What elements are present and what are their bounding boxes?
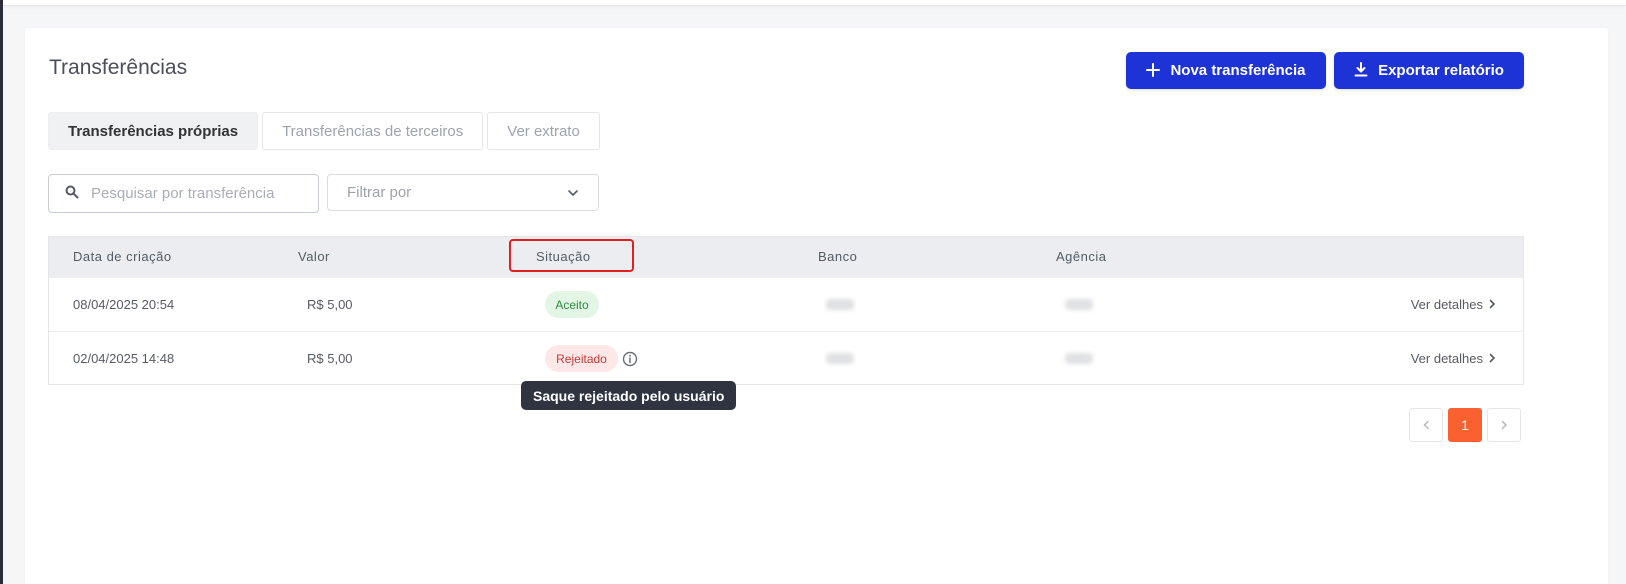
filter-select[interactable]: Filtrar por (327, 174, 599, 211)
table-header: Data de criação Valor Situação Banco Agê… (49, 237, 1523, 277)
agency-cell-redacted (1065, 299, 1093, 310)
table-row: 08/04/2025 20:54 R$ 5,00 Aceito Ver deta… (49, 277, 1523, 331)
agency-cell-redacted (1065, 353, 1093, 364)
chevron-right-icon (1489, 351, 1496, 366)
filter-label: Filtrar por (347, 184, 412, 201)
search-input[interactable]: Pesquisar por transferência (48, 174, 319, 213)
new-transfer-button[interactable]: Nova transferência (1126, 52, 1326, 89)
search-icon (65, 185, 79, 203)
table-row: 02/04/2025 14:48 R$ 5,00 Rejeitado Ver d… (49, 331, 1523, 385)
column-header-bank: Banco (818, 249, 858, 264)
search-placeholder: Pesquisar por transferência (91, 185, 275, 202)
page-title: Transferências (49, 56, 188, 79)
left-rail (0, 0, 3, 584)
value-cell: R$ 5,00 (307, 351, 353, 366)
column-header-value: Valor (298, 249, 330, 264)
transfers-card: Transferências Nova transferência Export… (25, 28, 1608, 584)
status-badge: Aceito (545, 291, 599, 318)
value-cell: R$ 5,00 (307, 297, 353, 312)
chevron-down-icon (567, 184, 579, 201)
status-tooltip: Saque rejeitado pelo usuário (521, 381, 737, 410)
bank-cell-redacted (826, 299, 854, 310)
download-icon (1354, 61, 1368, 80)
chevron-right-icon (1501, 420, 1507, 430)
pagination-page-button[interactable]: 1 (1448, 408, 1482, 442)
view-details-link[interactable]: Ver detalhes (1411, 297, 1496, 312)
column-header-agency: Agência (1056, 249, 1107, 264)
export-report-button[interactable]: Exportar relatório (1334, 52, 1524, 89)
column-header-date: Data de criação (73, 249, 172, 264)
pagination-next-button[interactable] (1487, 408, 1521, 442)
tab-third-party-transfers[interactable]: Transferências de terceiros (262, 112, 484, 150)
pagination-prev-button[interactable] (1409, 408, 1443, 442)
view-details-link[interactable]: Ver detalhes (1411, 351, 1496, 366)
transfers-table: Data de criação Valor Situação Banco Agê… (48, 236, 1524, 385)
status-column-highlight (509, 239, 634, 272)
export-report-label: Exportar relatório (1378, 62, 1504, 79)
chevron-right-icon (1489, 297, 1496, 312)
date-cell: 08/04/2025 20:54 (73, 297, 175, 312)
status-badge: Rejeitado (545, 345, 618, 372)
new-transfer-label: Nova transferência (1170, 62, 1306, 79)
tab-own-transfers[interactable]: Transferências próprias (48, 112, 259, 150)
tab-statement[interactable]: Ver extrato (487, 112, 600, 150)
view-details-label: Ver detalhes (1410, 297, 1483, 312)
top-bar (3, 0, 1626, 6)
date-cell: 02/04/2025 14:48 (73, 351, 175, 366)
bank-cell-redacted (826, 353, 854, 364)
view-details-label: Ver detalhes (1410, 351, 1483, 366)
tab-bar: Transferências próprias Transferências d… (48, 112, 600, 150)
info-icon[interactable] (622, 351, 638, 370)
chevron-left-icon (1422, 420, 1429, 430)
plus-icon (1146, 62, 1161, 80)
